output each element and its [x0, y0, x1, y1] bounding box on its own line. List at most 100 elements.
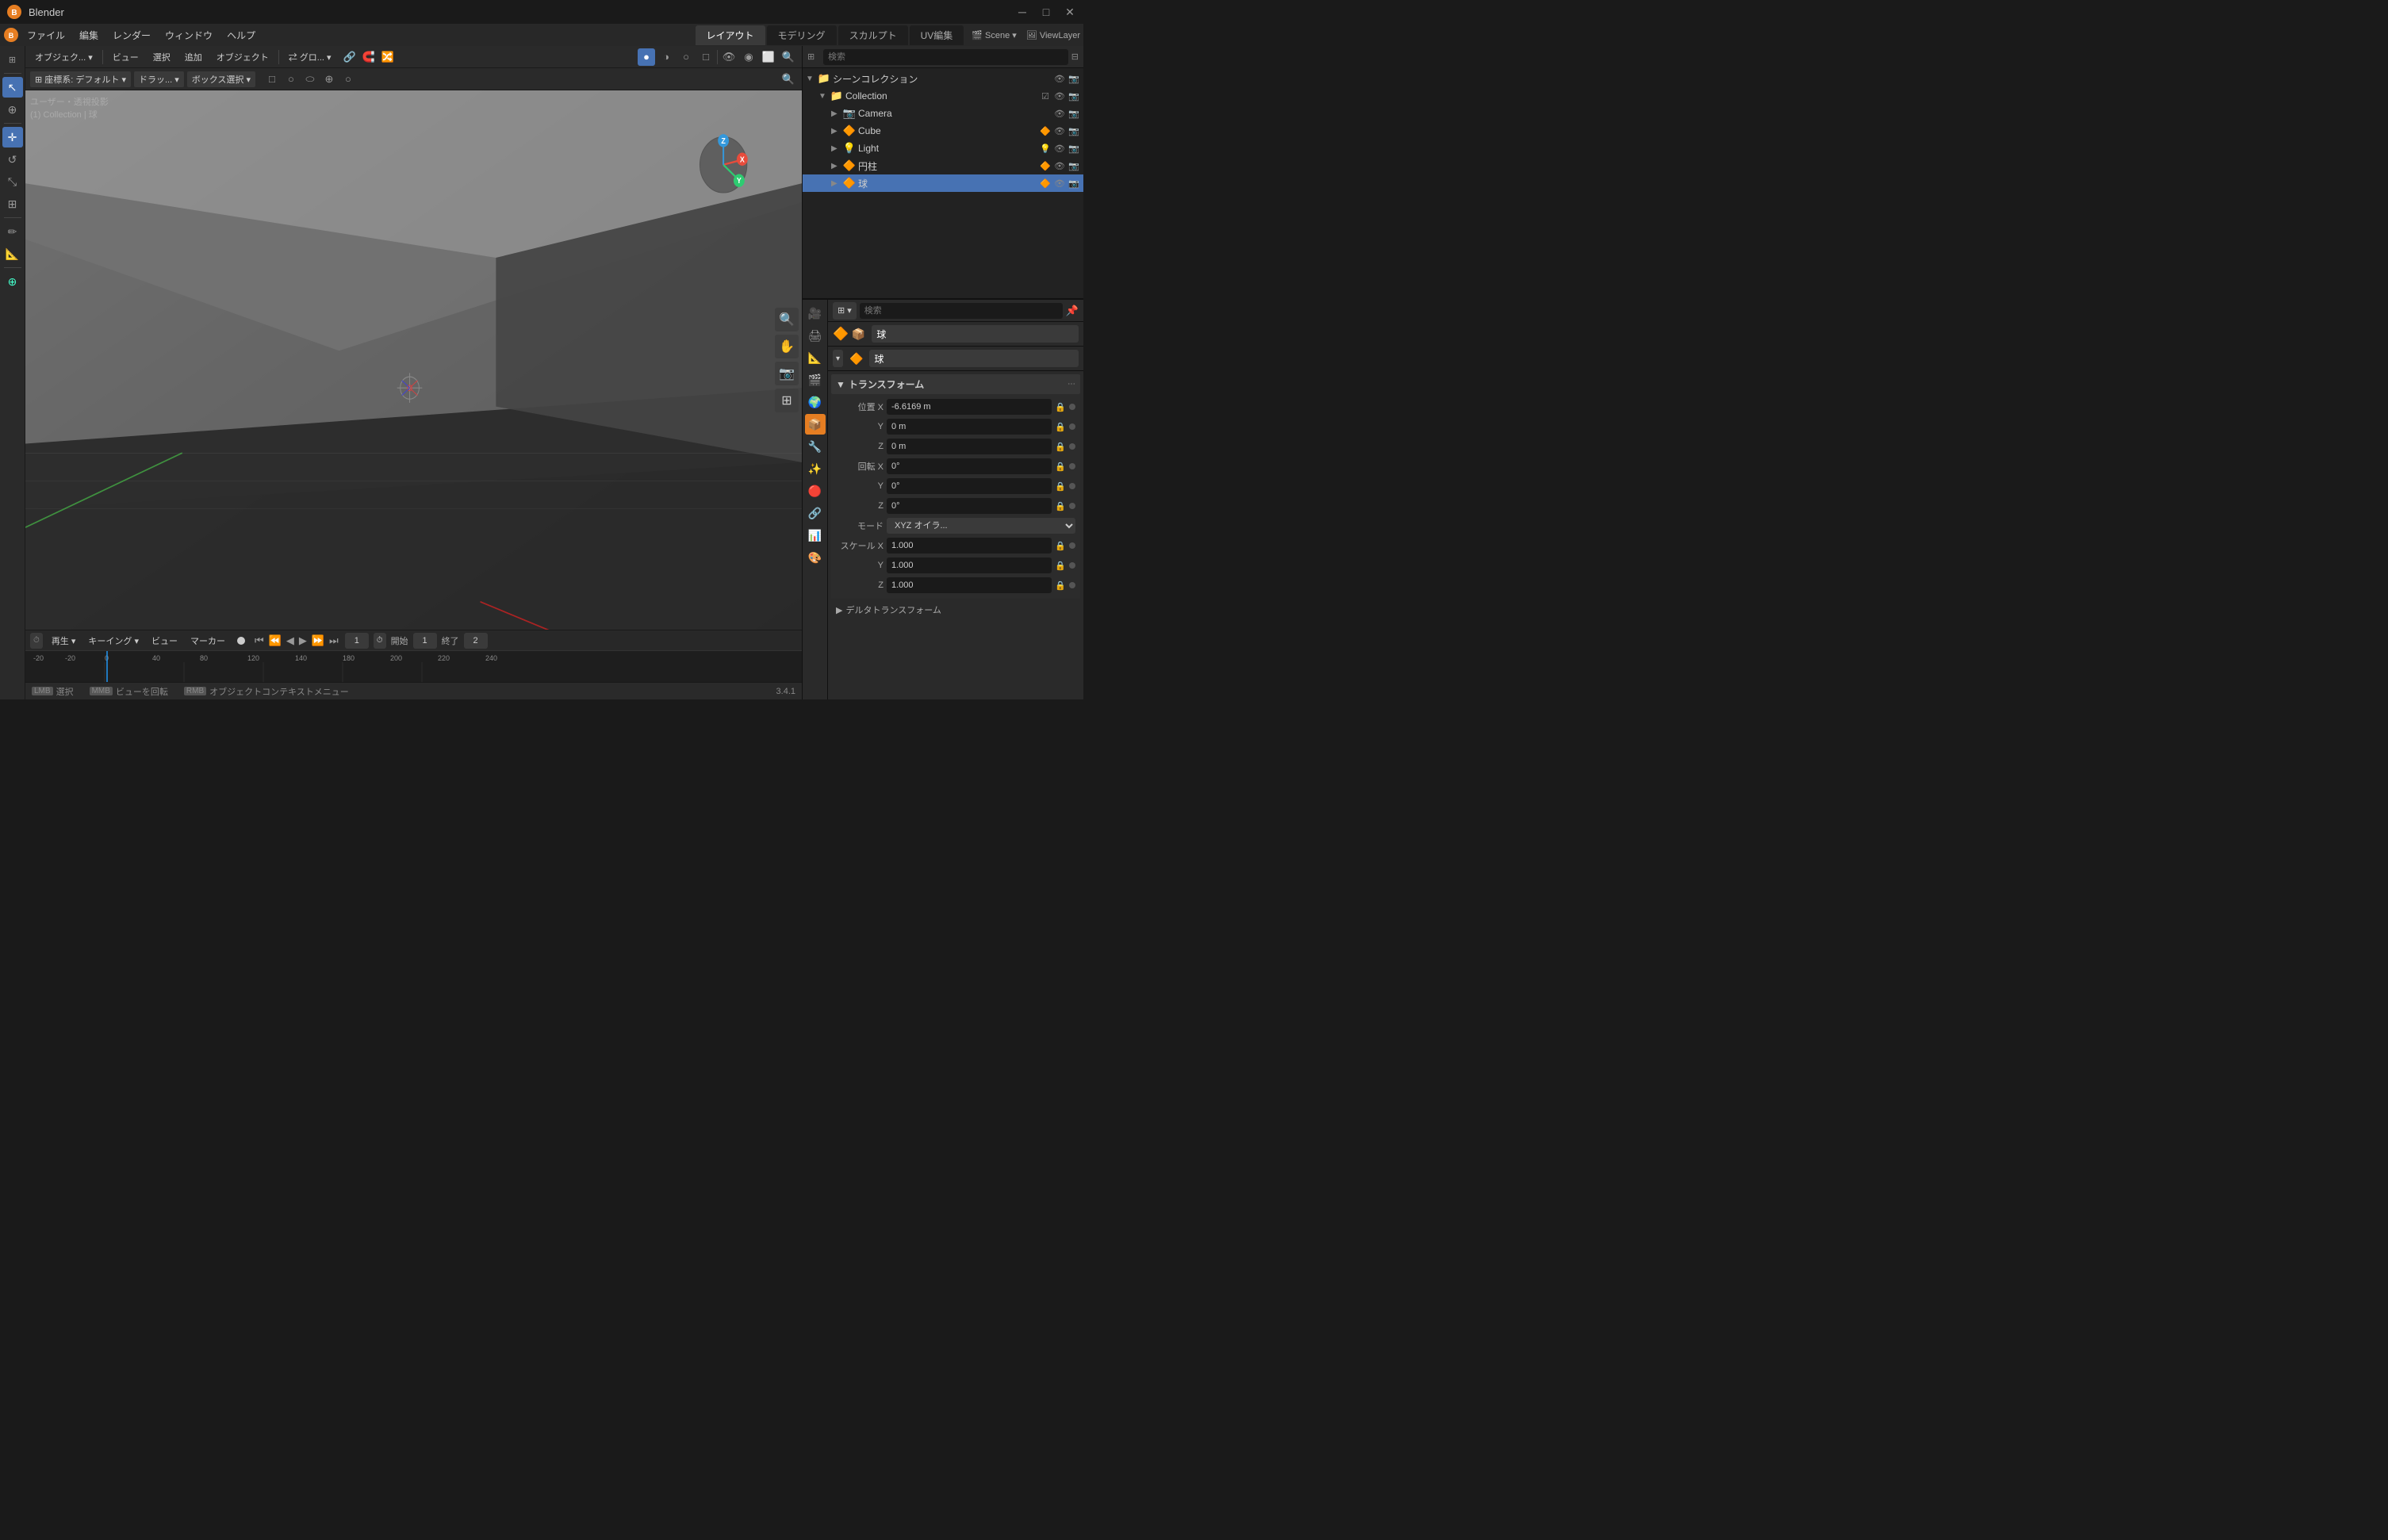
scale-x-lock-icon[interactable]: 🔒	[1055, 541, 1066, 551]
jump-start-button[interactable]: ⏮	[253, 633, 266, 649]
viewport-shading-rendered[interactable]: ○	[677, 48, 695, 66]
search-icon[interactable]: 🔍	[780, 48, 797, 66]
location-x-keyframe-dot[interactable]	[1069, 404, 1075, 410]
quad-view-button[interactable]: ⊞	[775, 389, 799, 412]
proportional-off-icon[interactable]: ○	[339, 71, 357, 88]
object-props-icon[interactable]: 📦	[805, 414, 826, 435]
view-menu-button[interactable]: ビュー	[108, 49, 144, 65]
menu-file[interactable]: ファイル	[21, 26, 71, 44]
3d-viewport[interactable]: X Y Z ユーザー・透視投影 (1) Collection | 球 🔍	[25, 90, 802, 630]
scene-dropdown[interactable]: 🎬 Scene ▾	[972, 30, 1017, 40]
timeline-icon[interactable]: ⏱	[33, 636, 40, 645]
camera-view-button[interactable]: 📷	[775, 362, 799, 385]
location-y-value[interactable]: 0 m	[887, 419, 1052, 435]
add-menu-button[interactable]: 追加	[180, 49, 207, 65]
rotation-y-value[interactable]: 0°	[887, 478, 1052, 494]
editor-type-icon[interactable]: 🔍	[780, 71, 797, 88]
end-frame[interactable]: 2	[464, 633, 488, 649]
zoom-button[interactable]: 🔍	[775, 308, 799, 331]
render-toggle-icon[interactable]: 📷	[1068, 72, 1080, 85]
scale-z-keyframe-dot[interactable]	[1069, 582, 1075, 588]
play-forward-button[interactable]: ▶	[297, 633, 309, 649]
sphere-visibility-icon[interactable]: 👁	[1053, 177, 1066, 190]
viewport-shading-solid[interactable]: ●	[638, 48, 655, 66]
tree-cylinder[interactable]: ▶ 🔶 円柱 🔶 👁 📷	[803, 157, 1083, 174]
transform-options-icon[interactable]: ⋯	[1068, 380, 1075, 389]
tab-layout[interactable]: レイアウト	[696, 25, 765, 45]
cursor-tool-button[interactable]: ⊕	[2, 99, 23, 120]
rotation-y-keyframe-dot[interactable]	[1069, 483, 1075, 489]
obj-data-dropdown-icon[interactable]: ▾	[836, 354, 840, 363]
tree-cube[interactable]: ▶ 🔶 Cube 🔶 👁 📷	[803, 122, 1083, 140]
cube-render-icon[interactable]: 📷	[1068, 125, 1080, 137]
rotation-mode-dropdown[interactable]: XYZ オイラ...	[887, 518, 1075, 534]
tab-sculpt[interactable]: スカルプト	[838, 25, 908, 45]
tab-modeling[interactable]: モデリング	[767, 25, 837, 45]
sphere-render-icon[interactable]: 📷	[1068, 177, 1080, 190]
location-y-lock-icon[interactable]: 🔒	[1055, 422, 1066, 432]
col-render-icon[interactable]: 📷	[1068, 90, 1080, 102]
play-back-button[interactable]: ◀	[285, 633, 296, 649]
menu-help[interactable]: ヘルプ	[220, 26, 262, 44]
transform-tool-button[interactable]: ⊞	[2, 193, 23, 214]
tree-scene-collection[interactable]: ▼ 📁 シーンコレクション 👁 📷	[803, 70, 1083, 87]
minimize-button[interactable]: ─	[1015, 5, 1029, 19]
marker-menu[interactable]: マーカー	[186, 633, 229, 649]
object-name-input[interactable]	[872, 325, 1079, 343]
location-z-keyframe-dot[interactable]	[1069, 443, 1075, 450]
rotation-z-value[interactable]: 0°	[887, 498, 1052, 514]
timeline-track[interactable]: -20 -20 0 40 80 120 140 180 200 220 240	[25, 650, 802, 682]
viewport-shading-material[interactable]: ◑	[657, 48, 675, 66]
outliner-filter-icon[interactable]: ⊟	[1071, 52, 1079, 62]
location-y-keyframe-dot[interactable]	[1069, 423, 1075, 430]
scale-y-value[interactable]: 1.000	[887, 557, 1052, 573]
annotate-tool-button[interactable]: ✏	[2, 221, 23, 242]
scale-z-lock-icon[interactable]: 🔒	[1055, 580, 1066, 591]
add-cube-button[interactable]: ⊕	[2, 271, 23, 292]
location-x-value[interactable]: -6.6169 m	[887, 399, 1052, 415]
move-tool-button[interactable]: ✛	[2, 127, 23, 147]
current-frame[interactable]: 1	[345, 633, 369, 649]
rotate-tool-button[interactable]: ↺	[2, 149, 23, 170]
cylinder-visibility-icon[interactable]: 👁	[1053, 159, 1066, 172]
coord-system-button[interactable]: ⊞ 座標系: デフォルト ▾	[30, 71, 131, 87]
step-back-button[interactable]: ⏪	[267, 633, 283, 649]
mirror-icon[interactable]: 🔀	[379, 48, 397, 66]
tab-uv[interactable]: UV編集	[910, 25, 964, 45]
tree-light[interactable]: ▶ 💡 Light 💡 👁 📷	[803, 140, 1083, 157]
overlay-icon[interactable]: ◉	[740, 48, 757, 66]
rotation-x-keyframe-dot[interactable]	[1069, 463, 1075, 469]
material-props-icon[interactable]: 🎨	[805, 547, 826, 568]
measure-tool-button[interactable]: 📐	[2, 243, 23, 264]
particles-props-icon[interactable]: ✨	[805, 458, 826, 479]
camera-render-icon[interactable]: 📷	[1068, 107, 1080, 120]
props-type-icon[interactable]: ⊞ ▾	[838, 305, 852, 316]
play-menu[interactable]: 再生 ▾	[48, 633, 80, 649]
data-props-icon[interactable]: 📊	[805, 525, 826, 546]
constraints-props-icon[interactable]: 🔗	[805, 503, 826, 523]
scale-y-keyframe-dot[interactable]	[1069, 562, 1075, 569]
viewlayer-dropdown[interactable]: 🖼 ViewLayer	[1026, 30, 1080, 40]
snap-icon[interactable]: 🧲	[360, 48, 378, 66]
show-gizmo-icon[interactable]: 👁	[720, 48, 738, 66]
light-render-icon[interactable]: 📷	[1068, 142, 1080, 155]
menu-render[interactable]: レンダー	[106, 26, 157, 44]
tree-collection[interactable]: ▼ 📁 Collection ☑ 👁 📷	[803, 87, 1083, 105]
select-circle-icon[interactable]: ○	[282, 71, 300, 88]
location-z-lock-icon[interactable]: 🔒	[1055, 442, 1066, 452]
scale-y-lock-icon[interactable]: 🔒	[1055, 561, 1066, 571]
physics-props-icon[interactable]: 🔴	[805, 481, 826, 501]
scene-props-icon[interactable]: 🎬	[805, 370, 826, 390]
select-lasso-icon[interactable]: ⬭	[301, 71, 319, 88]
menu-window[interactable]: ウィンドウ	[159, 26, 219, 44]
step-forward-button[interactable]: ⏩	[310, 633, 326, 649]
select-box-icon[interactable]: □	[263, 71, 281, 88]
object-data-name-input[interactable]	[869, 350, 1079, 367]
mode-select-button[interactable]: ⊞	[2, 49, 24, 70]
scale-tool-button[interactable]: ⤡	[2, 171, 23, 192]
rotation-z-keyframe-dot[interactable]	[1069, 503, 1075, 509]
world-props-icon[interactable]: 🌍	[805, 392, 826, 412]
scale-x-keyframe-dot[interactable]	[1069, 542, 1075, 549]
pivot-button[interactable]: ドラッ... ▾	[134, 71, 184, 87]
tree-sphere[interactable]: ▶ 🔶 球 🔶 👁 📷	[803, 174, 1083, 192]
